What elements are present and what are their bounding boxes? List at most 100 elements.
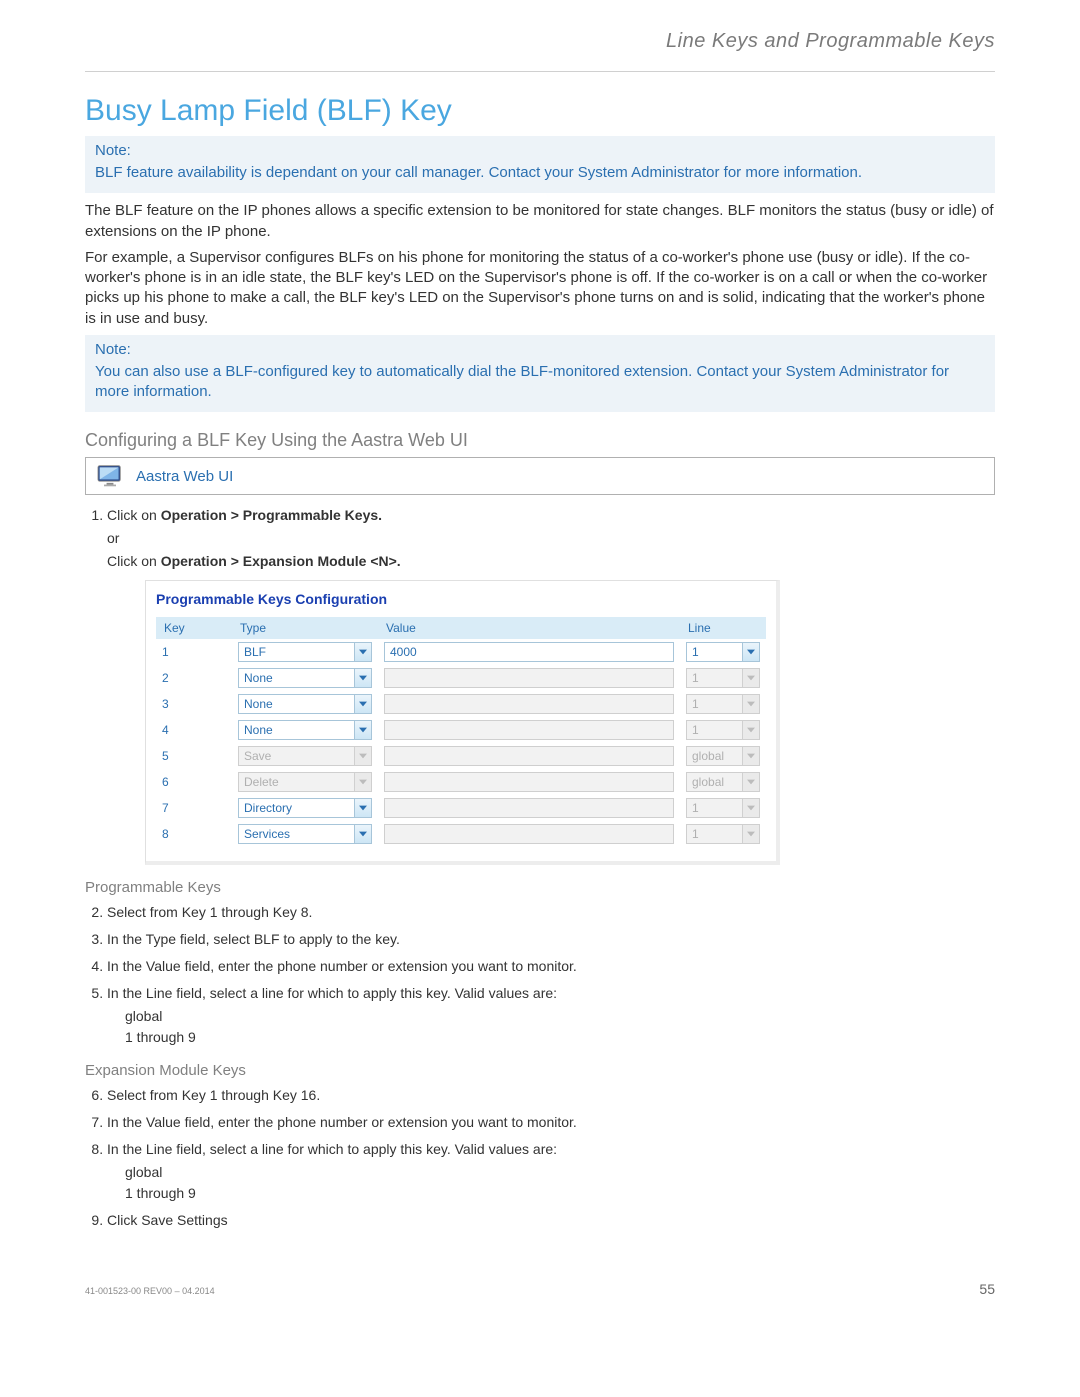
cell-key: 5: [156, 743, 232, 769]
line-dropdown-value: 1: [687, 801, 742, 815]
line-dropdown: 1: [686, 798, 760, 818]
cell-key: 3: [156, 691, 232, 717]
chevron-down-icon: [742, 721, 759, 739]
cell-key: 8: [156, 821, 232, 847]
line-dropdown[interactable]: 1: [686, 642, 760, 662]
note-label: Note:: [95, 341, 985, 358]
chevron-down-icon: [742, 799, 759, 817]
chevron-down-icon: [354, 799, 371, 817]
step-8: In the Line field, select a line for whi…: [107, 1139, 995, 1204]
col-header-value: Value: [378, 617, 680, 639]
chevron-down-icon: [354, 747, 371, 765]
value-field: [384, 668, 674, 688]
programmable-keys-heading: Programmable Keys: [85, 879, 995, 896]
note-body: BLF feature availability is dependant on…: [95, 163, 985, 183]
line-dropdown-value: 1: [687, 645, 742, 659]
chevron-down-icon: [742, 773, 759, 791]
cell-key: 6: [156, 769, 232, 795]
col-header-line: Line: [680, 617, 766, 639]
cell-key: 2: [156, 665, 232, 691]
footer-page-number: 55: [979, 1281, 995, 1297]
line-dropdown: 1: [686, 668, 760, 688]
note-body: You can also use a BLF-configured key to…: [95, 362, 985, 403]
chevron-down-icon: [354, 773, 371, 791]
cell-key: 1: [156, 639, 232, 665]
chevron-down-icon: [354, 825, 371, 843]
value-field[interactable]: 4000: [384, 642, 674, 662]
table-row: 5 Save global: [156, 743, 766, 769]
step-5: In the Line field, select a line for whi…: [107, 983, 995, 1048]
type-dropdown-value: BLF: [239, 645, 354, 659]
chevron-down-icon: [742, 669, 759, 687]
chevron-down-icon: [742, 695, 759, 713]
type-dropdown[interactable]: Directory: [238, 798, 372, 818]
footer-docid: 41-001523-00 REV00 – 04.2014: [85, 1286, 215, 1296]
line-dropdown-value: 1: [687, 671, 742, 685]
type-dropdown[interactable]: None: [238, 694, 372, 714]
line-dropdown-value: global: [687, 775, 742, 789]
type-dropdown-value: Directory: [239, 801, 354, 815]
cell-key: 4: [156, 717, 232, 743]
step-1-or: or: [107, 528, 995, 549]
table-row: 6 Delete global: [156, 769, 766, 795]
table-row: 2 None 1: [156, 665, 766, 691]
line-dropdown: 1: [686, 824, 760, 844]
col-header-type: Type: [232, 617, 378, 639]
chevron-down-icon: [742, 825, 759, 843]
step-1-line1-path: Operation > Programmable Keys.: [161, 507, 382, 523]
step-1: Click on Operation > Programmable Keys. …: [107, 505, 995, 572]
type-dropdown-value: None: [239, 697, 354, 711]
line-dropdown-value: 1: [687, 697, 742, 711]
step-5-text: In the Line field, select a line for whi…: [107, 985, 557, 1001]
step-5-valid-1: global: [125, 1006, 995, 1027]
step-1-line2-pre: Click on: [107, 553, 161, 569]
step-8-valid-1: global: [125, 1162, 995, 1183]
value-field: [384, 746, 674, 766]
header-divider: [85, 71, 995, 72]
line-dropdown: 1: [686, 694, 760, 714]
programmable-keys-config-panel: Programmable Keys Configuration Key Type…: [145, 580, 780, 865]
type-dropdown[interactable]: Services: [238, 824, 372, 844]
step-1-line2-path: Operation > Expansion Module <N>.: [161, 553, 401, 569]
paragraph-1: The BLF feature on the IP phones allows …: [85, 201, 995, 242]
chevron-down-icon: [354, 721, 371, 739]
step-8-text: In the Line field, select a line for whi…: [107, 1141, 557, 1157]
chevron-down-icon: [742, 643, 759, 661]
step-4: In the Value field, enter the phone numb…: [107, 956, 995, 977]
section-heading-configure: Configuring a BLF Key Using the Aastra W…: [85, 430, 995, 451]
type-dropdown-value: Delete: [239, 775, 354, 789]
note-label: Note:: [95, 142, 985, 159]
type-dropdown: Save: [238, 746, 372, 766]
table-row: 4 None 1: [156, 717, 766, 743]
note-box-2: Note: You can also use a BLF-configured …: [85, 335, 995, 413]
value-field: [384, 772, 674, 792]
config-panel-title: Programmable Keys Configuration: [156, 591, 766, 607]
type-dropdown-value: None: [239, 671, 354, 685]
config-table: Key Type Value Line 1BLF400012None13None…: [156, 617, 766, 847]
step-6: Select from Key 1 through Key 16.: [107, 1085, 995, 1106]
chevron-down-icon: [354, 695, 371, 713]
type-dropdown: Delete: [238, 772, 372, 792]
page-title: Busy Lamp Field (BLF) Key: [85, 94, 995, 128]
type-dropdown[interactable]: None: [238, 668, 372, 688]
cell-key: 7: [156, 795, 232, 821]
step-7: In the Value field, enter the phone numb…: [107, 1112, 995, 1133]
value-field: [384, 824, 674, 844]
expansion-module-keys-heading: Expansion Module Keys: [85, 1062, 995, 1079]
line-dropdown: 1: [686, 720, 760, 740]
paragraph-2: For example, a Supervisor configures BLF…: [85, 248, 995, 329]
line-dropdown: global: [686, 746, 760, 766]
line-dropdown-value: 1: [687, 723, 742, 737]
aastra-web-ui-box: Aastra Web UI: [85, 457, 995, 495]
aastra-web-ui-label: Aastra Web UI: [136, 468, 233, 485]
step-8-valid-2: 1 through 9: [125, 1183, 995, 1204]
type-dropdown[interactable]: BLF: [238, 642, 372, 662]
line-dropdown-value: global: [687, 749, 742, 763]
type-dropdown[interactable]: None: [238, 720, 372, 740]
table-row: 7 Directory 1: [156, 795, 766, 821]
chevron-down-icon: [354, 669, 371, 687]
chevron-down-icon: [354, 643, 371, 661]
table-row: 8 Services 1: [156, 821, 766, 847]
type-dropdown-value: Services: [239, 827, 354, 841]
table-row: 3 None 1: [156, 691, 766, 717]
